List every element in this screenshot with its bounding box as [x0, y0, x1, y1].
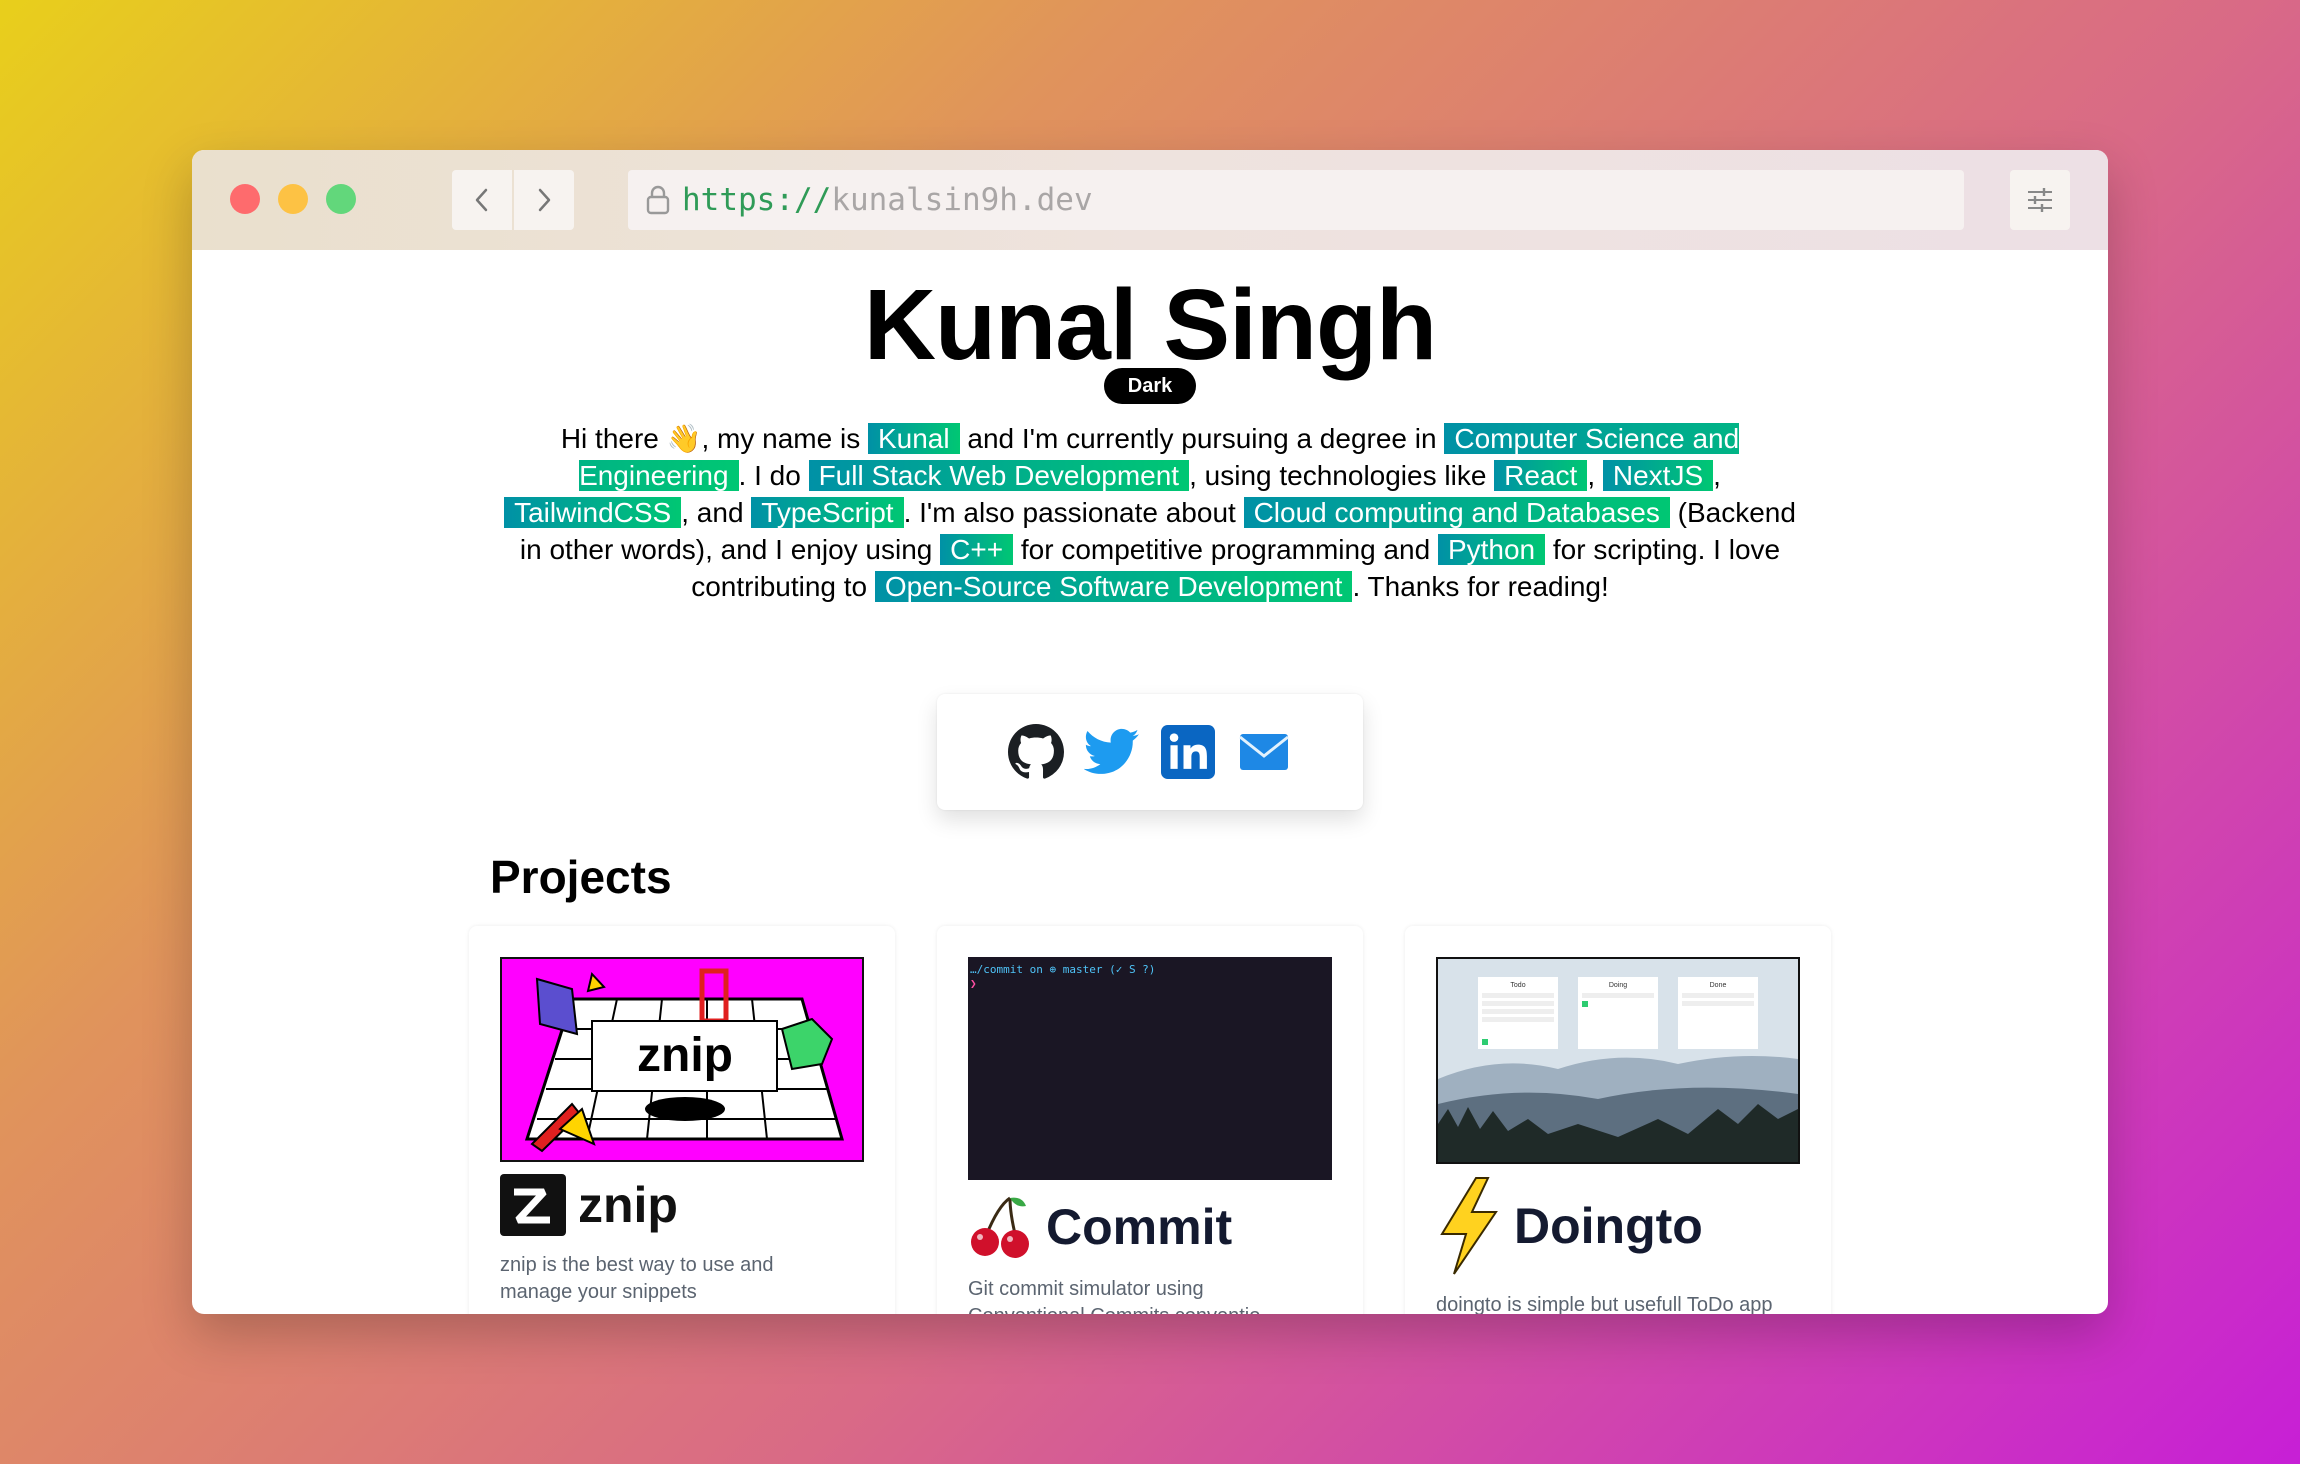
bio-highlight: React — [1494, 460, 1588, 491]
project-card-doingto[interactable]: Todo Doing Done Doingto doingto is simpl… — [1405, 926, 1831, 1314]
linkedin-icon — [1161, 725, 1215, 779]
bio-text: and I'm currently pursuing a degree in — [959, 423, 1445, 454]
bio-highlight: Open-Source Software Development — [874, 571, 1353, 602]
bio-text: , — [1587, 460, 1603, 491]
browser-titlebar: https://kunalsin9h.dev — [192, 150, 2108, 250]
bio-text: , and — [681, 497, 752, 528]
project-card-znip[interactable]: znip znip znip is the best way to use an… — [469, 926, 895, 1314]
twitter-link[interactable] — [1084, 724, 1140, 780]
bio-text: . I'm also passionate about — [903, 497, 1244, 528]
bio-highlight: Python — [1437, 534, 1546, 565]
terminal-prompt: ❯ — [970, 977, 977, 990]
project-title-text: Doingto — [1514, 1198, 1703, 1254]
znip-thumb-text: znip — [637, 1029, 733, 1082]
project-title: Commit — [968, 1194, 1232, 1260]
back-button[interactable] — [452, 170, 512, 230]
project-title-text: Commit — [1046, 1199, 1233, 1255]
lock-icon — [638, 180, 678, 220]
bio-highlight: TypeScript — [751, 497, 904, 528]
bio-highlight: TailwindCSS — [504, 497, 682, 528]
social-links — [937, 694, 1363, 810]
project-title: Doingto — [1436, 1176, 1703, 1276]
project-thumbnail: znip — [500, 957, 864, 1162]
bio-highlight: Cloud computing and Databases — [1243, 497, 1670, 528]
bio-text: . I do — [738, 460, 809, 491]
project-thumbnail: …/commit on ⊕ master (✓ S ?) ❯ — [968, 957, 1332, 1180]
bio-text: . Thanks for reading! — [1352, 571, 1609, 602]
maximize-window-button[interactable] — [326, 184, 356, 214]
znip-illustration: znip — [524, 968, 844, 1153]
close-window-button[interactable] — [230, 184, 260, 214]
lightning-icon — [1440, 1177, 1498, 1275]
linkedin-link[interactable] — [1160, 724, 1216, 780]
doingto-column-label: Doing — [1609, 982, 1627, 989]
bio-paragraph: Hi there 👋, my name is Kunal and I'm cur… — [492, 420, 1808, 605]
github-link[interactable] — [1008, 724, 1064, 780]
bio-highlight: C++ — [940, 534, 1014, 565]
bio-highlight: Full Stack Web Development — [808, 460, 1190, 491]
cherries-icon — [971, 1196, 1029, 1258]
bio-text: , using technologies like — [1189, 460, 1495, 491]
mail-icon — [1239, 734, 1289, 770]
address-bar[interactable]: https://kunalsin9h.dev — [628, 170, 1964, 230]
bio-text: , — [1713, 460, 1721, 491]
bio-highlight: NextJS — [1602, 460, 1714, 491]
page-title: Kunal Singh — [863, 269, 1437, 381]
projects-heading: Projects — [490, 851, 672, 903]
project-description: Git commit simulator using Conventional … — [968, 1278, 1260, 1314]
project-description: doingto is simple but usefull ToDo app — [1436, 1294, 1773, 1314]
minimize-window-button[interactable] — [278, 184, 308, 214]
theme-toggle-button[interactable]: Dark — [1104, 368, 1196, 404]
chevron-right-icon — [538, 188, 551, 212]
url-host: kunalsin9h.dev — [831, 182, 1093, 218]
twitter-icon — [1084, 728, 1140, 774]
bio-highlight: Kunal — [867, 423, 960, 454]
terminal-line: …/commit on ⊕ master (✓ S ?) — [970, 963, 1156, 976]
doingto-column-label: Done — [1710, 982, 1727, 989]
bio-text: for competitive programming and — [1013, 534, 1438, 565]
github-icon — [1008, 724, 1064, 779]
bio-text: Hi there 👋, my name is — [560, 423, 868, 454]
sliders-icon — [2028, 188, 2052, 212]
doingto-screenshot: Todo Doing Done — [1438, 959, 1798, 1162]
browser-window: https://kunalsin9h.dev Kunal Singh Dark … — [192, 150, 2108, 1314]
project-card-commit[interactable]: …/commit on ⊕ master (✓ S ?) ❯ Commit Gi… — [937, 926, 1363, 1314]
project-title-text: znip — [578, 1177, 678, 1233]
doingto-column-label: Todo — [1510, 982, 1525, 989]
project-thumbnail: Todo Doing Done — [1436, 957, 1800, 1164]
page-content: Kunal Singh Dark Hi there 👋, my name is … — [192, 250, 2108, 1314]
chevron-left-icon — [475, 188, 488, 212]
settings-button[interactable] — [2010, 170, 2070, 230]
url-protocol: https:// — [682, 182, 832, 218]
project-description: znip is the best way to use and manage y… — [500, 1254, 774, 1303]
znip-logo-icon — [500, 1174, 566, 1236]
forward-button[interactable] — [514, 170, 574, 230]
project-title: znip — [500, 1174, 678, 1236]
email-link[interactable] — [1236, 724, 1292, 780]
